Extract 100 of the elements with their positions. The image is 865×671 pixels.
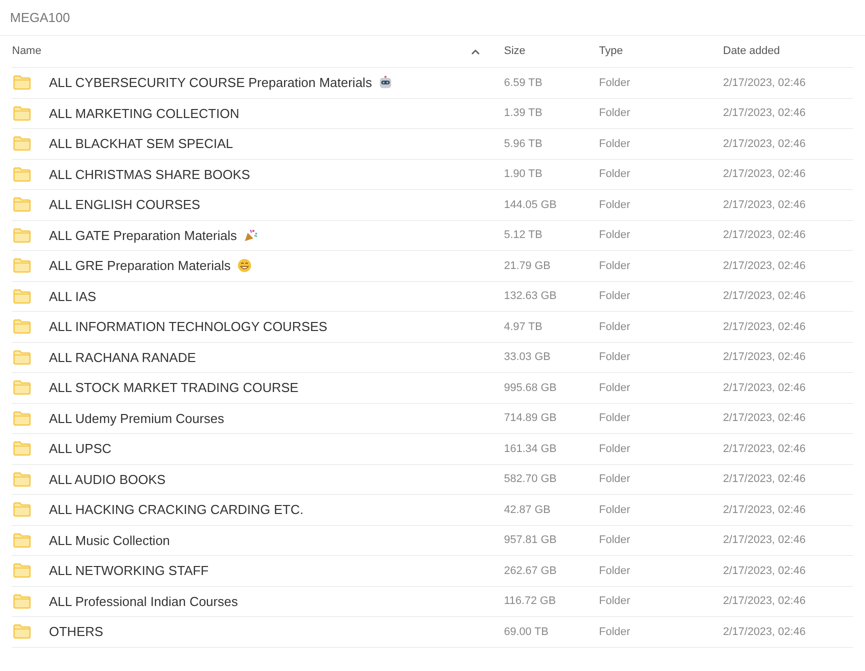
robot-icon bbox=[378, 75, 393, 90]
column-header[interactable]: Type bbox=[599, 43, 623, 60]
folder-name: ALL GATE Preparation Materials bbox=[49, 226, 237, 245]
folder-icon bbox=[13, 75, 31, 90]
folder-name: ALL Professional Indian Courses bbox=[49, 592, 238, 610]
folder-row[interactable]: ALL GRE Preparation Materials 21.79 GB Folder 2/17/2023, 02:46 bbox=[12, 251, 853, 282]
folder-row[interactable]: OTHERS 69.00 TB Folder 2/17/2023, 02:46 bbox=[12, 617, 853, 648]
item-type: Folder bbox=[599, 258, 632, 274]
item-type: Folder bbox=[599, 136, 632, 152]
folder-size: 262.67 GB bbox=[504, 564, 558, 578]
folder-size: 21.79 GB bbox=[504, 258, 552, 274]
folder-row[interactable]: ALL AUDIO BOOKS 582.70 GB Folder 2/17/2023, 02:46 bbox=[12, 464, 853, 495]
folder-size: 1.39 TB bbox=[504, 106, 544, 121]
folder-name: ALL Udemy Premium Courses bbox=[49, 410, 224, 428]
item-type: Folder bbox=[599, 533, 632, 548]
item-type: Folder bbox=[599, 502, 632, 518]
folder-size: 116.72 GB bbox=[504, 594, 557, 609]
folder-size: 33.03 GB bbox=[504, 350, 552, 365]
folder-size: 995.68 GB bbox=[504, 380, 558, 396]
folder-row[interactable]: ALL IAS 132.63 GB Folder 2/17/2023, 02:46 bbox=[12, 282, 853, 312]
folder-size: 5.12 TB bbox=[504, 228, 544, 243]
folder-icon bbox=[13, 258, 31, 274]
folder-size: 582.70 GB bbox=[504, 472, 558, 487]
item-type: Folder bbox=[599, 228, 632, 243]
folder-size: 957.81 GB bbox=[504, 533, 558, 548]
date-added: 2/17/2023, 02:46 bbox=[723, 258, 807, 274]
folder-name: OTHERS bbox=[49, 623, 104, 641]
party-popper-icon bbox=[242, 228, 258, 243]
folder-name: ALL MARKETING COLLECTION bbox=[49, 104, 240, 122]
folder-size: 6.59 TB bbox=[504, 76, 544, 90]
folder-name: ALL HACKING CRACKING CARDING ETC. bbox=[49, 501, 304, 519]
folder-icon bbox=[13, 594, 31, 609]
folder-size: 714.89 GB bbox=[504, 411, 558, 426]
date-added: 2/17/2023, 02:46 bbox=[723, 289, 807, 304]
folder-row[interactable]: ALL GATE Preparation Materials 5.12 TB Folder 2/17/2023, 02:46 bbox=[12, 220, 853, 251]
folder-size: 42.87 GB bbox=[504, 502, 552, 518]
date-added: 2/17/2023, 02:46 bbox=[723, 472, 807, 487]
date-added: 2/17/2023, 02:46 bbox=[723, 320, 807, 334]
item-type: Folder bbox=[599, 472, 632, 487]
folder-row[interactable]: ALL UPSC 161.34 GB Folder 2/17/2023, 02:46 bbox=[12, 434, 853, 464]
folder-icon bbox=[13, 380, 31, 396]
folder-icon bbox=[13, 624, 31, 640]
item-type: Folder bbox=[599, 350, 632, 365]
folder-row[interactable]: ALL Professional Indian Courses 116.72 GB Folder 2/17/2023, 02:46 bbox=[12, 586, 853, 617]
folder-name: ALL CYBERSECURITY COURSE Preparation Materials bbox=[49, 74, 372, 92]
folder-row[interactable]: ALL INFORMATION TECHNOLOGY COURSES 4.97 TB Folder 2/17/2023, 02:46 bbox=[12, 312, 853, 342]
folder-size: 5.96 TB bbox=[504, 136, 544, 152]
date-added: 2/17/2023, 02:46 bbox=[723, 624, 807, 640]
folder-title: MEGA100 bbox=[10, 8, 70, 27]
column-header[interactable]: Date added bbox=[723, 43, 780, 60]
folder-icon bbox=[13, 410, 31, 426]
item-type: Folder bbox=[599, 380, 632, 396]
folder-icon bbox=[13, 563, 31, 578]
folder-row[interactable]: ALL Udemy Premium Courses 714.89 GB Folder 2/17/2023, 02:46 bbox=[12, 404, 853, 434]
folder-icon bbox=[13, 502, 31, 518]
folder-row[interactable]: ALL Music Collection 957.81 GB Folder 2/17/2023, 02:46 bbox=[12, 526, 853, 556]
date-added: 2/17/2023, 02:46 bbox=[723, 198, 807, 212]
folder-icon bbox=[13, 106, 31, 121]
folder-row[interactable]: ALL CYBERSECURITY COURSE Preparation Materials 6.59 TB Folder 2/17/2023, 02:46 bbox=[12, 68, 853, 98]
folder-name: ALL RACHANA RANADE bbox=[49, 348, 196, 366]
folder-name: ALL IAS bbox=[49, 288, 96, 306]
date-added: 2/17/2023, 02:46 bbox=[723, 411, 807, 426]
folder-icon bbox=[13, 228, 31, 243]
folder-row[interactable]: ALL STOCK MARKET TRADING COURSE 995.68 GB Folder 2/17/2023, 02:46 bbox=[12, 373, 853, 404]
folder-name: ALL STOCK MARKET TRADING COURSE bbox=[49, 379, 298, 397]
folder-icon bbox=[13, 197, 31, 212]
date-added: 2/17/2023, 02:46 bbox=[723, 564, 807, 578]
folder-size: 144.05 GB bbox=[504, 198, 558, 212]
folder-row[interactable]: ALL ENGLISH COURSES 144.05 GB Folder 2/17/2023, 02:46 bbox=[12, 190, 853, 220]
folder-row[interactable]: ALL MARKETING COLLECTION 1.39 TB Folder 2/17/2023, 02:46 bbox=[12, 98, 853, 129]
folder-size: 69.00 TB bbox=[504, 624, 550, 640]
folder-name: ALL NETWORKING STAFF bbox=[49, 562, 209, 580]
folder-name: ALL Music Collection bbox=[49, 532, 170, 550]
sort-up-icon[interactable] bbox=[471, 48, 480, 54]
date-added: 2/17/2023, 02:46 bbox=[723, 594, 807, 609]
folder-row[interactable]: ALL RACHANA RANADE 33.03 GB Folder 2/17/2023, 02:46 bbox=[12, 342, 853, 373]
folder-row[interactable]: ALL NETWORKING STAFF 262.67 GB Folder 2/17/2023, 02:46 bbox=[12, 556, 853, 586]
item-type: Folder bbox=[599, 76, 632, 90]
grinning-face-icon bbox=[236, 258, 252, 274]
item-type: Folder bbox=[599, 442, 632, 456]
date-added: 2/17/2023, 02:46 bbox=[723, 136, 807, 152]
date-added: 2/17/2023, 02:46 bbox=[723, 228, 807, 243]
folder-size: 161.34 GB bbox=[504, 442, 558, 456]
column-header[interactable]: Name bbox=[12, 43, 42, 60]
date-added: 2/17/2023, 02:46 bbox=[723, 167, 807, 182]
column-header[interactable]: Size bbox=[504, 43, 526, 60]
folder-row[interactable]: ALL HACKING CRACKING CARDING ETC. 42.87 GB Folder 2/17/2023, 02:46 bbox=[12, 495, 853, 526]
folder-row[interactable]: ALL CHRISTMAS SHARE BOOKS 1.90 TB Folder 2/17/2023, 02:46 bbox=[12, 160, 853, 190]
folder-icon bbox=[13, 288, 31, 304]
date-added: 2/17/2023, 02:46 bbox=[723, 533, 807, 548]
folder-name: ALL UPSC bbox=[49, 440, 112, 458]
date-added: 2/17/2023, 02:46 bbox=[723, 442, 807, 456]
item-type: Folder bbox=[599, 289, 632, 304]
date-added: 2/17/2023, 02:46 bbox=[723, 106, 807, 121]
folder-icon bbox=[13, 532, 31, 548]
folder-row[interactable]: ALL BLACKHAT SEM SPECIAL 5.96 TB Folder 2/17/2023, 02:46 bbox=[12, 129, 853, 160]
date-added: 2/17/2023, 02:46 bbox=[723, 380, 807, 396]
folder-name: ALL GRE Preparation Materials bbox=[49, 257, 231, 275]
folder-name: ALL CHRISTMAS SHARE BOOKS bbox=[49, 166, 250, 184]
folder-size: 132.63 GB bbox=[504, 289, 558, 304]
